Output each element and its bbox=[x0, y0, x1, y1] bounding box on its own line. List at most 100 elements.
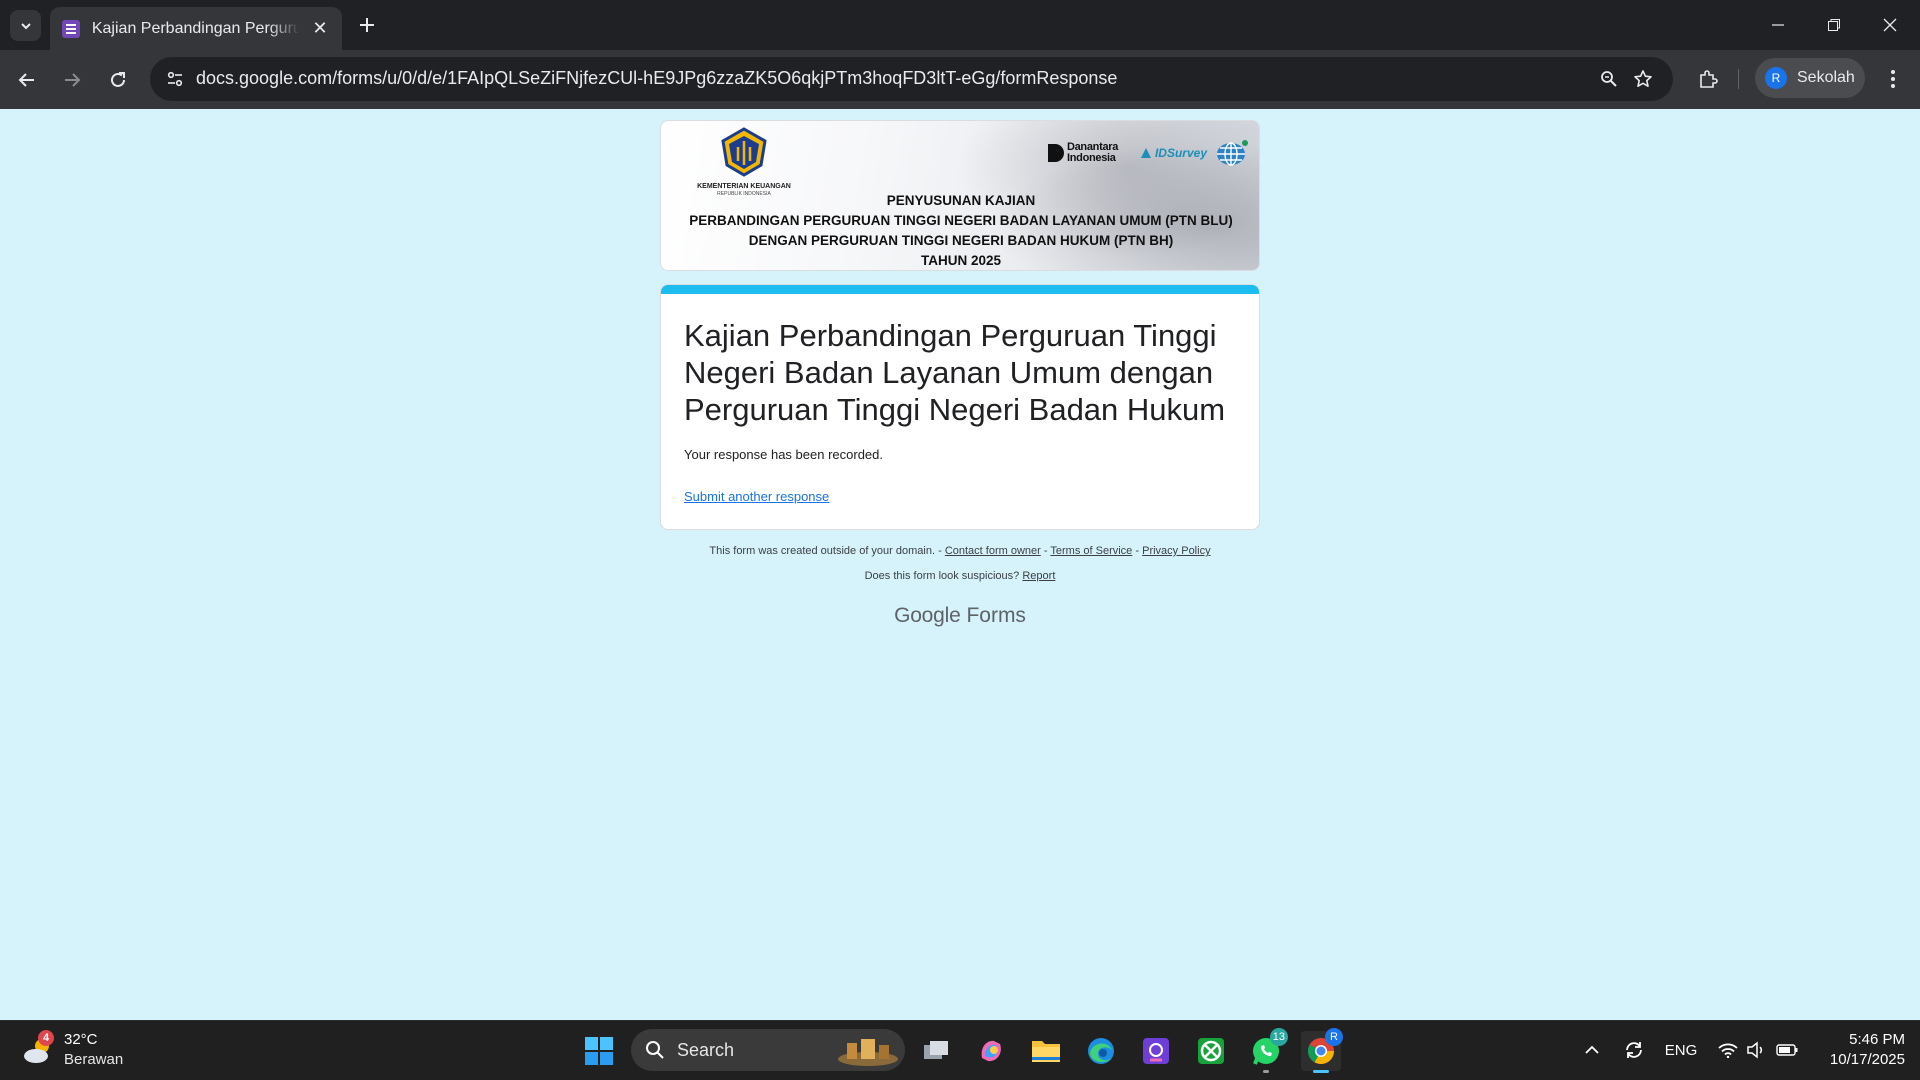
more-vert-icon bbox=[1891, 70, 1895, 88]
search-label: Search bbox=[677, 1039, 735, 1060]
proton-app-button[interactable] bbox=[1136, 1031, 1176, 1071]
footer-separator: - bbox=[1043, 545, 1048, 557]
form-footer-note: This form was created outside of your do… bbox=[0, 545, 1920, 557]
sync-icon bbox=[1626, 1042, 1642, 1058]
folder-icon bbox=[1032, 1041, 1060, 1062]
task-view-button[interactable] bbox=[916, 1031, 956, 1071]
clock-time: 5:46 PM bbox=[1849, 1031, 1905, 1048]
idsurvey-logo: IDSurvey bbox=[1139, 146, 1207, 160]
minimize-button[interactable] bbox=[1750, 0, 1806, 50]
profile-name: Sekolah bbox=[1797, 69, 1855, 86]
page-content: KEMENTERIAN KEUANGAN REPUBLIK INDONESIA … bbox=[0, 109, 1920, 1020]
banner-line-4: TAHUN 2025 bbox=[920, 253, 1002, 268]
domain-note: This form was created outside of your do… bbox=[709, 545, 942, 557]
toolbar-separator bbox=[1738, 69, 1739, 89]
clock-date: 10/17/2025 bbox=[1829, 1051, 1905, 1068]
running-indicator bbox=[1263, 1070, 1269, 1073]
org-name: KEMENTERIAN KEUANGAN bbox=[697, 183, 791, 190]
task-view-icon bbox=[924, 1041, 948, 1059]
language-indicator[interactable]: ENG bbox=[1660, 1035, 1702, 1065]
xbox-button[interactable] bbox=[1191, 1031, 1231, 1071]
google-forms-icon bbox=[62, 19, 80, 38]
app-purple-icon bbox=[1143, 1038, 1169, 1064]
plus-icon bbox=[360, 18, 374, 32]
site-info-icon[interactable] bbox=[162, 66, 188, 92]
close-window-button[interactable] bbox=[1862, 0, 1918, 50]
banner-line-2: PERBANDINGAN PERGURUAN TINGGI NEGERI BAD… bbox=[689, 213, 1233, 228]
browser-toolbar: docs.google.com/forms/u/0/d/e/1FAIpQLSeZ… bbox=[0, 50, 1920, 109]
terms-of-service-link[interactable]: Terms of Service bbox=[1050, 545, 1132, 557]
battery-icon[interactable] bbox=[1774, 1035, 1800, 1065]
contact-form-owner-link[interactable]: Contact form owner bbox=[945, 545, 1041, 557]
restore-button[interactable] bbox=[1806, 0, 1862, 50]
copilot-icon bbox=[981, 1040, 1001, 1062]
active-indicator bbox=[1313, 1070, 1329, 1073]
privacy-policy-link[interactable]: Privacy Policy bbox=[1142, 545, 1210, 557]
weather-condition: Berawan bbox=[64, 1051, 124, 1068]
globe-logo-icon bbox=[1217, 140, 1248, 166]
tab-close-icon[interactable]: ✕ bbox=[310, 18, 330, 39]
search-highlight-art-icon bbox=[838, 1039, 898, 1066]
footer-separator: - bbox=[1135, 545, 1140, 557]
minimize-icon bbox=[1772, 24, 1784, 26]
tab-title: Kajian Perbandingan Perguruan Tinggi bbox=[91, 19, 301, 37]
form-title: Kajian Perbandingan Perguruan Tinggi Neg… bbox=[684, 318, 1226, 427]
kemenkeu-logo: KEMENTERIAN KEUANGAN REPUBLIK INDONESIA bbox=[694, 127, 794, 197]
extensions-puzzle-icon[interactable] bbox=[1693, 64, 1723, 94]
close-icon bbox=[1883, 18, 1897, 32]
arrow-left-icon bbox=[18, 73, 34, 87]
card-accent-bar bbox=[661, 285, 1259, 294]
restore-icon bbox=[1828, 19, 1840, 31]
form-response-card: Kajian Perbandingan Perguruan Tinggi Neg… bbox=[660, 284, 1260, 530]
avatar: R bbox=[1765, 67, 1787, 89]
wifi-icon[interactable] bbox=[1716, 1035, 1740, 1065]
banner-heading: PENYUSUNAN KAJIAN PERBANDINGAN PERGURUAN… bbox=[661, 191, 1259, 270]
brand-google: Google bbox=[894, 604, 961, 627]
reload-button[interactable] bbox=[103, 65, 133, 95]
browser-menu-button[interactable] bbox=[1878, 64, 1908, 94]
banner-line-1: PENYUSUNAN KAJIAN bbox=[886, 193, 1036, 208]
whatsapp-unread-badge: 13 bbox=[1269, 1028, 1288, 1046]
edge-button[interactable] bbox=[1081, 1031, 1121, 1071]
zoom-icon[interactable] bbox=[1596, 66, 1622, 92]
sync-tray-button[interactable] bbox=[1620, 1035, 1648, 1065]
new-tab-button[interactable] bbox=[354, 12, 380, 38]
partly-cloudy-icon: 4 bbox=[22, 1030, 58, 1068]
browser-tab[interactable]: Kajian Perbandingan Perguruan Tinggi ✕ bbox=[50, 7, 342, 50]
windows-taskbar: 4 32°C Berawan Search 13 R ENG 5:46 PM 1… bbox=[0, 1020, 1920, 1080]
reload-icon bbox=[111, 72, 125, 87]
suspicious-note: Does this form look suspicious? Report bbox=[0, 570, 1920, 582]
copilot-button[interactable] bbox=[971, 1031, 1011, 1071]
weather-badge: 4 bbox=[38, 1030, 54, 1046]
tab-search-button[interactable] bbox=[10, 10, 41, 41]
submit-another-response-link[interactable]: Submit another response bbox=[684, 489, 829, 504]
idsurvey-text: IDSurvey bbox=[1154, 146, 1207, 160]
address-bar[interactable]: docs.google.com/forms/u/0/d/e/1FAIpQLSeZ… bbox=[150, 57, 1673, 101]
back-button[interactable] bbox=[12, 65, 42, 95]
file-explorer-button[interactable] bbox=[1026, 1031, 1066, 1071]
search-icon bbox=[646, 1041, 664, 1059]
show-hidden-icons-button[interactable] bbox=[1580, 1035, 1604, 1065]
form-header-banner: KEMENTERIAN KEUANGAN REPUBLIK INDONESIA … bbox=[660, 120, 1260, 271]
profile-button[interactable]: R Sekolah bbox=[1755, 58, 1865, 98]
taskbar-search[interactable]: Search bbox=[631, 1029, 905, 1071]
url-text[interactable]: docs.google.com/forms/u/0/d/e/1FAIpQLSeZ… bbox=[196, 68, 1117, 89]
kemenkeu-emblem-icon bbox=[721, 127, 767, 177]
bookmark-star-icon[interactable] bbox=[1630, 66, 1656, 92]
weather-widget[interactable]: 4 32°C Berawan bbox=[22, 1030, 123, 1070]
danantara-mark-icon bbox=[1047, 144, 1064, 162]
chrome-button[interactable]: R bbox=[1301, 1028, 1343, 1073]
xbox-icon bbox=[1198, 1038, 1224, 1064]
chrome-profile-badge: R bbox=[1325, 1028, 1343, 1046]
browser-tab-strip: Kajian Perbandingan Perguruan Tinggi ✕ bbox=[0, 0, 1920, 50]
start-button[interactable] bbox=[579, 1031, 619, 1071]
forward-button[interactable] bbox=[57, 65, 87, 95]
banner-line-3: DENGAN PERGURUAN TINGGI NEGERI BADAN HUK… bbox=[748, 233, 1174, 248]
whatsapp-button[interactable]: 13 bbox=[1246, 1028, 1288, 1073]
volume-icon[interactable] bbox=[1744, 1035, 1768, 1065]
brand-forms: Forms bbox=[966, 604, 1026, 627]
system-clock[interactable]: 5:46 PM 10/17/2025 bbox=[1805, 1030, 1905, 1070]
danantara-logo: Danantara Indonesia bbox=[1047, 142, 1131, 164]
google-forms-logo[interactable]: Google Forms bbox=[0, 604, 1920, 628]
report-link[interactable]: Report bbox=[1022, 570, 1055, 582]
